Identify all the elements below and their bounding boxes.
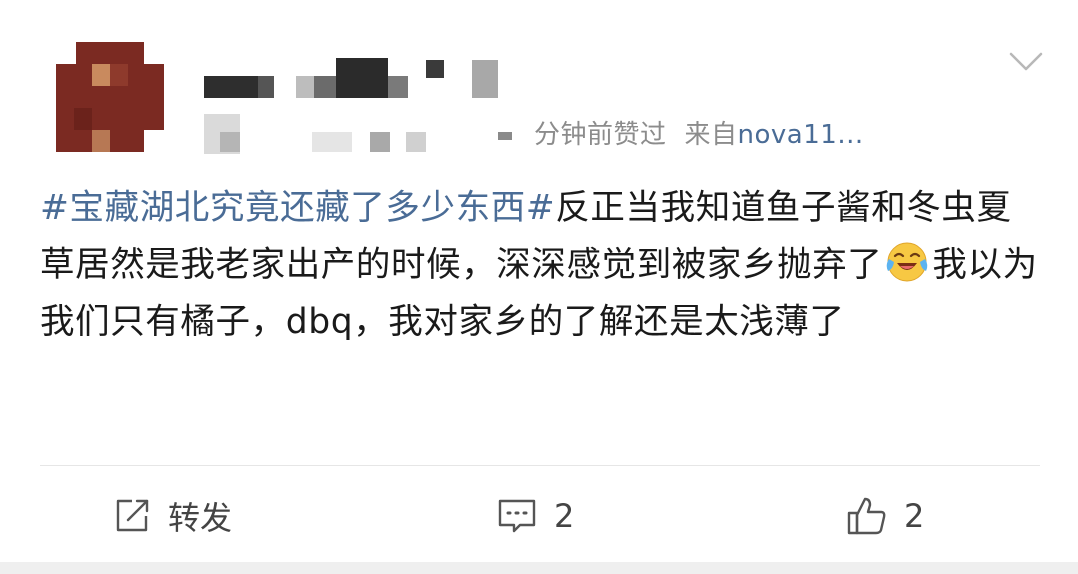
blur-block (204, 76, 258, 98)
repost-label: 转发 (168, 499, 233, 537)
divider (40, 465, 1040, 466)
comment-count: 2 (554, 497, 575, 535)
laughing-crying-emoji-icon (887, 242, 928, 282)
avatar-mosaic-corner (56, 42, 76, 64)
blur-block (336, 58, 388, 98)
chevron-down-icon[interactable] (1008, 50, 1044, 74)
blur-block (370, 132, 390, 152)
avatar-mosaic-tile (92, 130, 110, 152)
blur-block (406, 132, 426, 152)
blur-block (388, 76, 408, 98)
blur-block (426, 60, 444, 78)
avatar-mosaic-corner (144, 130, 164, 152)
share-icon (116, 499, 149, 532)
blur-block (220, 132, 240, 152)
blur-block (312, 132, 352, 152)
comment-icon (498, 499, 536, 533)
device-name[interactable]: nova11... (738, 120, 864, 150)
comment-button[interactable]: 2 (496, 492, 574, 540)
avatar-mosaic-tile (74, 108, 92, 130)
avatar-mosaic-corner (144, 42, 164, 64)
blur-block (314, 76, 338, 98)
post-meta: 分钟前赞过 来自nova11... (534, 114, 864, 151)
feed-separator (0, 562, 1078, 574)
post-content: #宝藏湖北究竟还藏了多少东西#反正当我知道鱼子酱和冬虫夏草居然是我老家出产的时候… (40, 180, 1040, 351)
like-count: 2 (904, 497, 925, 535)
avatar[interactable] (56, 42, 164, 152)
repost-button[interactable]: 转发 (112, 492, 232, 540)
like-button[interactable]: 2 (846, 492, 924, 540)
blur-block (498, 132, 512, 140)
topic-link[interactable]: #宝藏湖北究竟还藏了多少东西# (40, 188, 555, 228)
post-time: 分钟前赞过 (534, 120, 667, 150)
avatar-mosaic-tile (92, 64, 110, 86)
blur-block (472, 60, 498, 98)
blur-block (258, 76, 274, 98)
thumbs-up-icon (847, 497, 886, 535)
source-prefix: 来自 (684, 120, 738, 150)
avatar-mosaic-tile (110, 64, 128, 86)
